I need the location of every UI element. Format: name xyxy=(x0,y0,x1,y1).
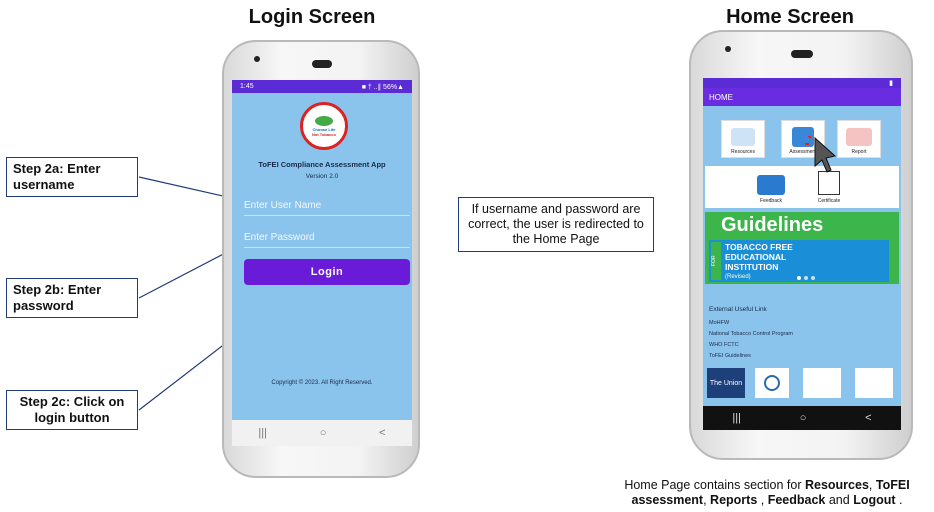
resources-tile[interactable]: Resources xyxy=(721,120,765,158)
banner-line-2: EDUCATIONAL xyxy=(725,252,787,262)
logo-text-2: Not Tobacco xyxy=(312,131,336,137)
guidelines-banner[interactable]: Guidelines FOR TOBACCO FREE EDUCATIONAL … xyxy=(705,212,899,284)
feedback-tile[interactable]: Feedback xyxy=(749,166,793,206)
link-mohfw[interactable]: MoHFW xyxy=(709,320,793,326)
banner-text: TOBACCO FREE EDUCATIONAL INSTITUTION (Re… xyxy=(725,242,793,282)
recent-apps-icon[interactable]: ||| xyxy=(732,412,741,424)
link-ntcp[interactable]: National Tobacco Control Program xyxy=(709,331,793,337)
front-camera-icon xyxy=(725,46,731,52)
report-icon xyxy=(846,128,872,146)
click-cursor-icon xyxy=(805,136,837,173)
back-chevron-icon[interactable]: < xyxy=(865,412,871,424)
earpiece-speaker xyxy=(312,60,332,68)
certificate-label: Certificate xyxy=(817,198,841,204)
partner-logo-3[interactable] xyxy=(803,368,841,398)
login-phone-frame: 1:45 ■ † ..∥ 56%▲ Choose Life Not Tobacc… xyxy=(222,40,420,478)
android-nav-bar: ||| ○ < xyxy=(703,406,901,430)
home-circle-icon[interactable]: ○ xyxy=(320,427,327,439)
the-union-logo[interactable]: The Union xyxy=(707,368,745,398)
status-bar: 1:45 ■ † ..∥ 56%▲ xyxy=(232,80,412,93)
status-icons: ■ † ..∥ 56%▲ xyxy=(361,83,404,91)
feedback-icon xyxy=(757,175,785,195)
login-screen: 1:45 ■ † ..∥ 56%▲ Choose Life Not Tobacc… xyxy=(232,80,412,446)
app-version: Version 2.0 xyxy=(305,173,339,180)
report-label: Report xyxy=(851,149,867,155)
banner-line-3: INSTITUTION xyxy=(725,262,779,272)
android-nav-bar: ||| ○ < xyxy=(232,420,412,446)
partner-logo-2[interactable] xyxy=(755,368,789,398)
feedback-label: Feedback xyxy=(760,198,782,204)
status-time: 1:45 xyxy=(240,83,254,90)
external-links-list: MoHFW National Tobacco Control Program W… xyxy=(709,320,793,364)
home-page-caption: Home Page contains section for Resources… xyxy=(624,478,910,507)
earpiece-speaker xyxy=(791,50,813,58)
home-circle-icon[interactable]: ○ xyxy=(800,412,807,424)
carousel-dots xyxy=(797,276,815,280)
globe-icon xyxy=(315,115,333,126)
resources-icon xyxy=(731,128,755,146)
status-bar: ▮ xyxy=(703,78,901,88)
app-title: ToFEI Compliance Assessment App xyxy=(258,160,386,169)
back-chevron-icon[interactable]: < xyxy=(379,427,385,439)
link-who-fctc[interactable]: WHO FCTC xyxy=(709,342,793,348)
external-links-title: External Useful Link xyxy=(709,306,767,313)
app-logo: Choose Life Not Tobacco xyxy=(300,102,348,150)
banner-for-tag: FOR xyxy=(711,242,721,280)
battery-icon: ▮ xyxy=(889,80,893,87)
copyright-text: Copyright © 2023. All Right Reserved. xyxy=(271,380,373,386)
login-button[interactable]: Login xyxy=(244,259,410,285)
banner-line-4: (Revised) xyxy=(725,274,751,280)
recent-apps-icon[interactable]: ||| xyxy=(258,427,267,439)
tiles-row-2 xyxy=(705,166,899,208)
banner-line-1: TOBACCO FREE xyxy=(725,242,793,252)
home-header: HOME xyxy=(703,88,901,106)
resources-label: Resources xyxy=(731,149,755,155)
front-camera-icon xyxy=(254,56,260,62)
link-tofei-guidelines[interactable]: ToFEI Guidelines xyxy=(709,353,793,359)
home-phone-frame: ▮ HOME Resources Assessment Report Feedb… xyxy=(689,30,913,460)
username-input[interactable]: Enter User Name xyxy=(244,200,410,216)
home-screen: ▮ HOME Resources Assessment Report Feedb… xyxy=(703,78,901,430)
partner-logo-4[interactable] xyxy=(855,368,893,398)
password-input[interactable]: Enter Password xyxy=(244,232,410,248)
redirect-note: If username and password are correct, th… xyxy=(458,197,654,252)
emblem-icon xyxy=(764,375,780,391)
banner-title: Guidelines xyxy=(721,214,824,236)
